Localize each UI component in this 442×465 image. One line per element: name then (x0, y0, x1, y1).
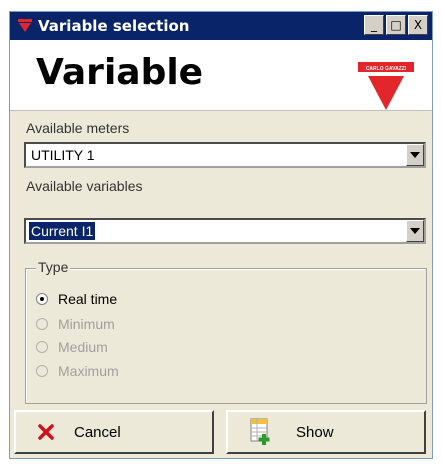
radio-maximum-label: Maximum (58, 363, 119, 379)
radio-minimum[interactable]: Minimum (36, 316, 115, 332)
type-group: Type Real time Minimum Medium Maximum (25, 259, 427, 404)
cancel-button[interactable]: Cancel (14, 410, 214, 454)
available-variables-select[interactable]: Current I1 (24, 218, 426, 244)
type-group-legend: Type (36, 259, 71, 275)
radio-button-icon (36, 318, 48, 330)
close-button[interactable]: X (408, 15, 428, 35)
show-table-icon (250, 418, 270, 445)
available-meters-label: Available meters (26, 120, 130, 136)
header-title: Variable (36, 52, 204, 93)
window-title: Variable selection (38, 17, 190, 35)
radio-real-time-label: Real time (58, 291, 118, 307)
radio-button-icon (36, 293, 48, 305)
dropdown-arrow-icon (410, 228, 420, 234)
minimize-button[interactable]: _ (364, 15, 384, 35)
carlo-gavazzi-app-icon (18, 19, 32, 32)
radio-medium-label: Medium (58, 339, 108, 355)
meters-dropdown-button[interactable] (406, 144, 424, 166)
radio-real-time[interactable]: Real time (36, 291, 117, 307)
show-button-label: Show (296, 423, 334, 441)
available-meters-select[interactable]: UTILITY 1 (24, 142, 426, 168)
dropdown-arrow-icon (410, 152, 420, 158)
radio-button-icon (36, 341, 48, 353)
radio-medium[interactable]: Medium (36, 339, 108, 355)
title-bar[interactable]: Variable selection _ □ X (10, 12, 432, 40)
radio-button-icon (36, 365, 48, 377)
cancel-button-label: Cancel (74, 423, 121, 441)
available-variables-label: Available variables (26, 178, 143, 194)
window-controls: _ □ X (364, 15, 428, 35)
variable-selection-dialog: Variable selection _ □ X Variable CARLO … (9, 11, 433, 459)
radio-maximum[interactable]: Maximum (36, 363, 119, 379)
maximize-button[interactable]: □ (386, 15, 406, 35)
logo-text: CARLO GAVAZZI (366, 66, 407, 72)
dialog-header: Variable CARLO GAVAZZI (10, 40, 432, 111)
available-meters-value: UTILITY 1 (31, 147, 95, 163)
cancel-x-icon (38, 424, 54, 440)
radio-minimum-label: Minimum (58, 316, 115, 332)
show-button[interactable]: Show (226, 410, 426, 454)
carlo-gavazzi-logo-icon: CARLO GAVAZZI (358, 62, 414, 110)
variables-dropdown-button[interactable] (406, 220, 424, 242)
available-variables-value: Current I1 (27, 221, 97, 241)
